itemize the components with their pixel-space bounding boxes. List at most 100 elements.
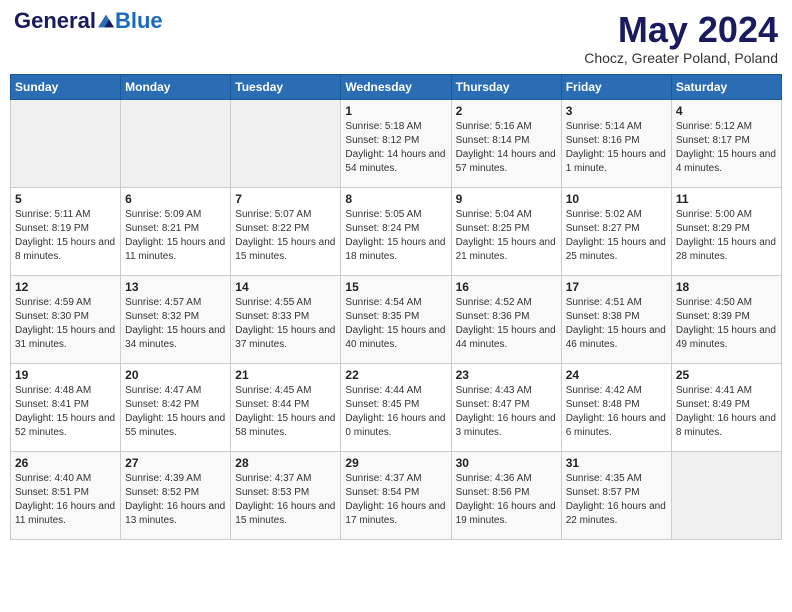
calendar-cell: 27 Sunrise: 4:39 AMSunset: 8:52 PMDaylig… (121, 451, 231, 539)
calendar-cell: 5 Sunrise: 5:11 AMSunset: 8:19 PMDayligh… (11, 187, 121, 275)
day-number: 23 (456, 368, 557, 382)
day-number: 21 (235, 368, 336, 382)
day-number: 4 (676, 104, 777, 118)
day-number: 13 (125, 280, 226, 294)
day-info: Sunrise: 4:36 AMSunset: 8:56 PMDaylight:… (456, 472, 557, 528)
day-number: 28 (235, 456, 336, 470)
header-row: SundayMondayTuesdayWednesdayThursdayFrid… (11, 74, 782, 99)
day-info: Sunrise: 4:47 AMSunset: 8:42 PMDaylight:… (125, 384, 226, 440)
day-info: Sunrise: 5:07 AMSunset: 8:22 PMDaylight:… (235, 208, 336, 264)
logo: General Blue (14, 10, 163, 32)
day-number: 25 (676, 368, 777, 382)
calendar-cell: 4 Sunrise: 5:12 AMSunset: 8:17 PMDayligh… (671, 99, 781, 187)
calendar-cell: 2 Sunrise: 5:16 AMSunset: 8:14 PMDayligh… (451, 99, 561, 187)
calendar-cell (231, 99, 341, 187)
day-info: Sunrise: 4:39 AMSunset: 8:52 PMDaylight:… (125, 472, 226, 528)
day-number: 9 (456, 192, 557, 206)
day-number: 6 (125, 192, 226, 206)
day-number: 16 (456, 280, 557, 294)
day-info: Sunrise: 5:11 AMSunset: 8:19 PMDaylight:… (15, 208, 116, 264)
calendar-cell: 15 Sunrise: 4:54 AMSunset: 8:35 PMDaylig… (341, 275, 451, 363)
calendar-cell: 28 Sunrise: 4:37 AMSunset: 8:53 PMDaylig… (231, 451, 341, 539)
logo-blue-text: Blue (115, 10, 163, 32)
day-info: Sunrise: 4:48 AMSunset: 8:41 PMDaylight:… (15, 384, 116, 440)
day-number: 12 (15, 280, 116, 294)
day-info: Sunrise: 5:02 AMSunset: 8:27 PMDaylight:… (566, 208, 667, 264)
day-info: Sunrise: 4:42 AMSunset: 8:48 PMDaylight:… (566, 384, 667, 440)
calendar-week-row: 12 Sunrise: 4:59 AMSunset: 8:30 PMDaylig… (11, 275, 782, 363)
calendar-cell (11, 99, 121, 187)
day-number: 19 (15, 368, 116, 382)
calendar-cell: 16 Sunrise: 4:52 AMSunset: 8:36 PMDaylig… (451, 275, 561, 363)
day-number: 11 (676, 192, 777, 206)
calendar-cell (671, 451, 781, 539)
day-info: Sunrise: 4:35 AMSunset: 8:57 PMDaylight:… (566, 472, 667, 528)
day-number: 10 (566, 192, 667, 206)
calendar-cell: 11 Sunrise: 5:00 AMSunset: 8:29 PMDaylig… (671, 187, 781, 275)
day-info: Sunrise: 4:40 AMSunset: 8:51 PMDaylight:… (15, 472, 116, 528)
day-number: 5 (15, 192, 116, 206)
calendar-cell: 17 Sunrise: 4:51 AMSunset: 8:38 PMDaylig… (561, 275, 671, 363)
day-of-week-header: Thursday (451, 74, 561, 99)
day-info: Sunrise: 4:52 AMSunset: 8:36 PMDaylight:… (456, 296, 557, 352)
day-number: 17 (566, 280, 667, 294)
calendar-cell: 22 Sunrise: 4:44 AMSunset: 8:45 PMDaylig… (341, 363, 451, 451)
calendar-cell: 7 Sunrise: 5:07 AMSunset: 8:22 PMDayligh… (231, 187, 341, 275)
calendar-cell: 1 Sunrise: 5:18 AMSunset: 8:12 PMDayligh… (341, 99, 451, 187)
calendar-cell: 12 Sunrise: 4:59 AMSunset: 8:30 PMDaylig… (11, 275, 121, 363)
location-text: Chocz, Greater Poland, Poland (584, 50, 778, 66)
calendar-cell: 20 Sunrise: 4:47 AMSunset: 8:42 PMDaylig… (121, 363, 231, 451)
day-number: 24 (566, 368, 667, 382)
day-info: Sunrise: 4:44 AMSunset: 8:45 PMDaylight:… (345, 384, 446, 440)
calendar-cell: 18 Sunrise: 4:50 AMSunset: 8:39 PMDaylig… (671, 275, 781, 363)
day-of-week-header: Friday (561, 74, 671, 99)
day-info: Sunrise: 4:59 AMSunset: 8:30 PMDaylight:… (15, 296, 116, 352)
day-info: Sunrise: 4:54 AMSunset: 8:35 PMDaylight:… (345, 296, 446, 352)
calendar-cell: 10 Sunrise: 5:02 AMSunset: 8:27 PMDaylig… (561, 187, 671, 275)
calendar-cell: 24 Sunrise: 4:42 AMSunset: 8:48 PMDaylig… (561, 363, 671, 451)
calendar-cell: 25 Sunrise: 4:41 AMSunset: 8:49 PMDaylig… (671, 363, 781, 451)
day-of-week-header: Sunday (11, 74, 121, 99)
calendar-week-row: 19 Sunrise: 4:48 AMSunset: 8:41 PMDaylig… (11, 363, 782, 451)
calendar-cell: 8 Sunrise: 5:05 AMSunset: 8:24 PMDayligh… (341, 187, 451, 275)
month-title: May 2024 (584, 10, 778, 50)
day-number: 3 (566, 104, 667, 118)
calendar-cell: 3 Sunrise: 5:14 AMSunset: 8:16 PMDayligh… (561, 99, 671, 187)
logo-general-text: General (14, 10, 96, 32)
calendar-cell: 29 Sunrise: 4:37 AMSunset: 8:54 PMDaylig… (341, 451, 451, 539)
day-info: Sunrise: 4:43 AMSunset: 8:47 PMDaylight:… (456, 384, 557, 440)
day-info: Sunrise: 4:55 AMSunset: 8:33 PMDaylight:… (235, 296, 336, 352)
calendar-cell: 31 Sunrise: 4:35 AMSunset: 8:57 PMDaylig… (561, 451, 671, 539)
day-number: 22 (345, 368, 446, 382)
day-info: Sunrise: 5:09 AMSunset: 8:21 PMDaylight:… (125, 208, 226, 264)
calendar-cell: 21 Sunrise: 4:45 AMSunset: 8:44 PMDaylig… (231, 363, 341, 451)
page-header: General Blue May 2024 Chocz, Greater Pol… (10, 10, 782, 66)
calendar-week-row: 1 Sunrise: 5:18 AMSunset: 8:12 PMDayligh… (11, 99, 782, 187)
calendar-cell: 13 Sunrise: 4:57 AMSunset: 8:32 PMDaylig… (121, 275, 231, 363)
day-number: 30 (456, 456, 557, 470)
day-info: Sunrise: 4:37 AMSunset: 8:54 PMDaylight:… (345, 472, 446, 528)
title-block: May 2024 Chocz, Greater Poland, Poland (584, 10, 778, 66)
calendar-week-row: 26 Sunrise: 4:40 AMSunset: 8:51 PMDaylig… (11, 451, 782, 539)
day-of-week-header: Tuesday (231, 74, 341, 99)
calendar-cell: 23 Sunrise: 4:43 AMSunset: 8:47 PMDaylig… (451, 363, 561, 451)
day-number: 31 (566, 456, 667, 470)
day-info: Sunrise: 5:00 AMSunset: 8:29 PMDaylight:… (676, 208, 777, 264)
day-info: Sunrise: 5:18 AMSunset: 8:12 PMDaylight:… (345, 120, 446, 176)
day-info: Sunrise: 5:12 AMSunset: 8:17 PMDaylight:… (676, 120, 777, 176)
day-info: Sunrise: 4:50 AMSunset: 8:39 PMDaylight:… (676, 296, 777, 352)
day-of-week-header: Monday (121, 74, 231, 99)
calendar-cell: 26 Sunrise: 4:40 AMSunset: 8:51 PMDaylig… (11, 451, 121, 539)
day-number: 29 (345, 456, 446, 470)
day-info: Sunrise: 4:41 AMSunset: 8:49 PMDaylight:… (676, 384, 777, 440)
calendar-cell: 14 Sunrise: 4:55 AMSunset: 8:33 PMDaylig… (231, 275, 341, 363)
calendar-table: SundayMondayTuesdayWednesdayThursdayFrid… (10, 74, 782, 540)
calendar-cell: 9 Sunrise: 5:04 AMSunset: 8:25 PMDayligh… (451, 187, 561, 275)
day-info: Sunrise: 5:04 AMSunset: 8:25 PMDaylight:… (456, 208, 557, 264)
day-info: Sunrise: 4:51 AMSunset: 8:38 PMDaylight:… (566, 296, 667, 352)
day-number: 26 (15, 456, 116, 470)
day-number: 7 (235, 192, 336, 206)
day-info: Sunrise: 4:57 AMSunset: 8:32 PMDaylight:… (125, 296, 226, 352)
day-info: Sunrise: 4:45 AMSunset: 8:44 PMDaylight:… (235, 384, 336, 440)
calendar-week-row: 5 Sunrise: 5:11 AMSunset: 8:19 PMDayligh… (11, 187, 782, 275)
